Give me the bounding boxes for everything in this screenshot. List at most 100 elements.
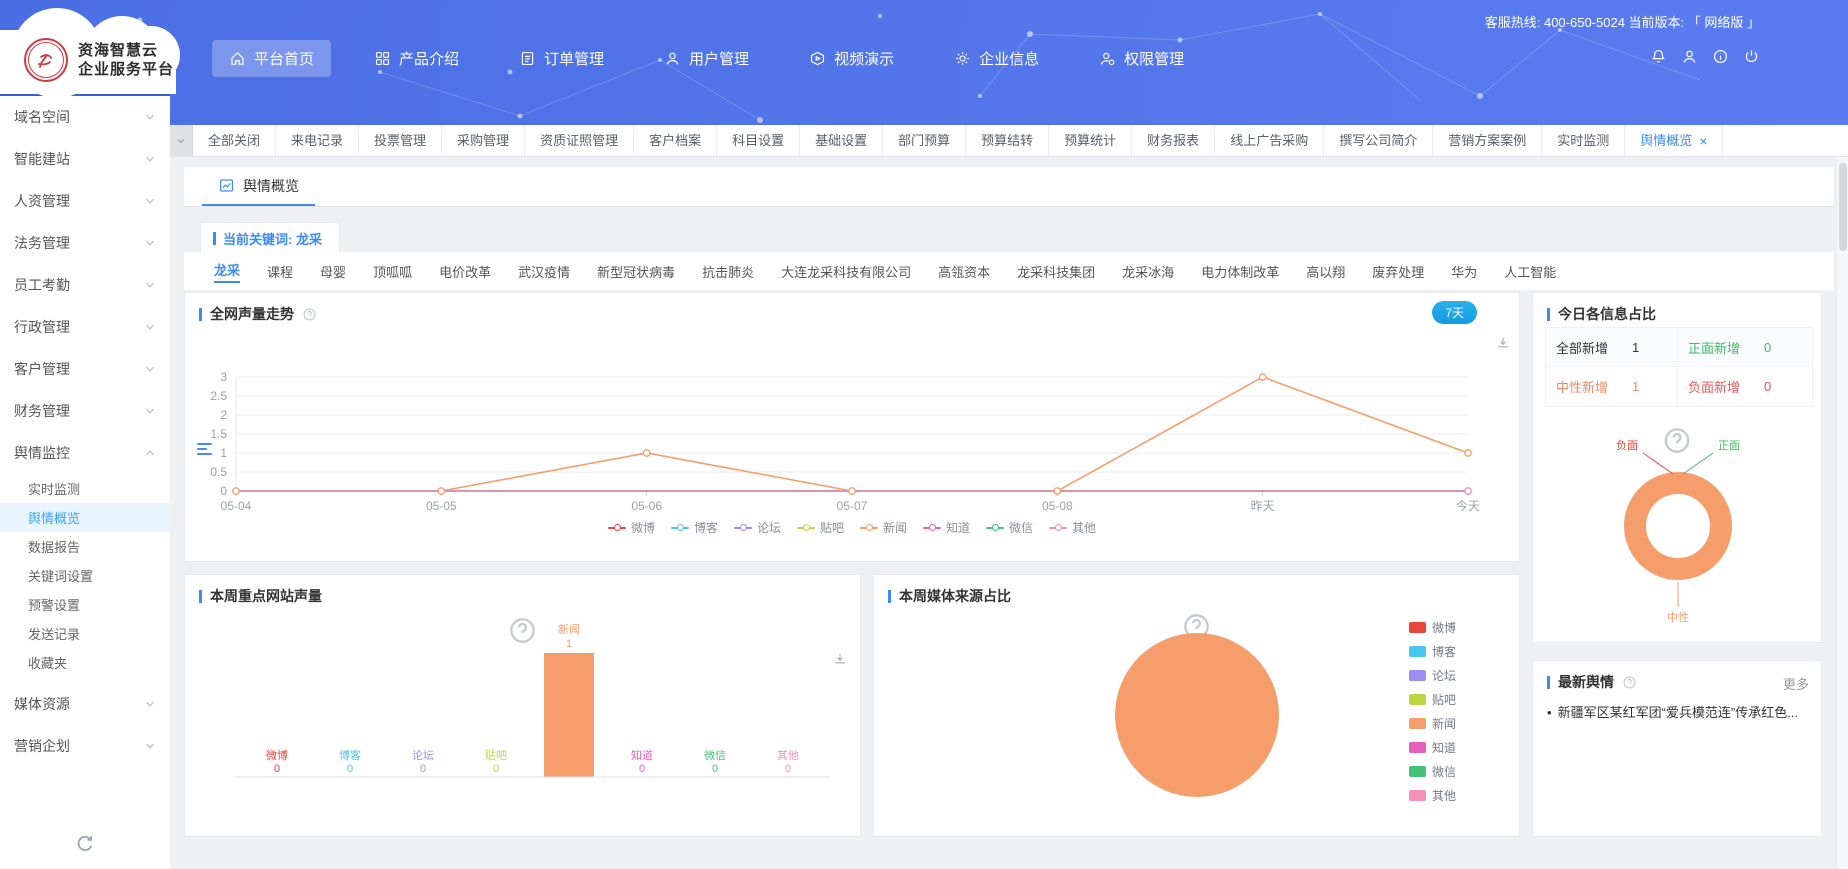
refresh-icon[interactable] (74, 833, 96, 855)
tab[interactable]: 财务报表 (1132, 125, 1215, 156)
tab[interactable]: 线上广告采购 (1215, 125, 1324, 156)
tab[interactable]: 预算结转 (966, 125, 1049, 156)
vertical-scrollbar[interactable] (1836, 157, 1848, 869)
legend-item[interactable]: 知道 (923, 519, 970, 536)
tab[interactable]: 客户档案 (634, 125, 717, 156)
tab[interactable]: 采购管理 (442, 125, 525, 156)
user-icon[interactable] (1681, 48, 1698, 65)
nav-item[interactable]: 订单管理 (502, 40, 621, 77)
help-icon[interactable] (330, 589, 345, 604)
nav-item[interactable]: 用户管理 (647, 40, 766, 77)
tab[interactable]: 资质证照管理 (525, 125, 634, 156)
current-keyword-tab[interactable]: 当前关键词: 龙采 (200, 222, 340, 253)
tab[interactable]: 部门预算 (883, 125, 966, 156)
nav-item[interactable]: 产品介绍 (357, 40, 476, 77)
tab[interactable]: 全部关闭 (193, 125, 276, 156)
keyword-chip[interactable]: 华为 (1451, 262, 1477, 281)
legend-item[interactable]: 其他 (1409, 787, 1456, 804)
legend-item[interactable]: 论坛 (734, 519, 781, 536)
sidebar-item[interactable]: 营销企划 (0, 725, 170, 767)
keyword-chip[interactable]: 抗击肺炎 (702, 262, 754, 281)
sidebar-subitem[interactable]: 数据报告 (0, 532, 170, 561)
keyword-chip[interactable]: 高以翔 (1306, 262, 1345, 281)
keyword-chip[interactable]: 母婴 (320, 262, 346, 281)
sidebar-subitem[interactable]: 舆情概览 (0, 503, 170, 532)
legend-item[interactable]: 论坛 (1409, 667, 1456, 684)
tab[interactable]: 舆情概览× (1625, 125, 1723, 156)
legend-item[interactable]: 微博 (1409, 619, 1456, 636)
legend-item[interactable]: 微信 (1409, 763, 1456, 780)
help-icon[interactable] (302, 307, 317, 322)
sidebar-item[interactable]: 人资管理 (0, 180, 170, 222)
legend-item[interactable]: 微博 (608, 519, 655, 536)
keyword-chip[interactable]: 高瓴资本 (938, 262, 990, 281)
nav-item[interactable]: 视频演示 (792, 40, 911, 77)
keyword-chip[interactable]: 新型冠状病毒 (597, 262, 675, 281)
legend-item[interactable]: 博客 (671, 519, 718, 536)
tab[interactable]: 来电记录 (276, 125, 359, 156)
news-item[interactable]: •新疆军区某红军团“爱兵模范连”传承红色... (1547, 703, 1813, 723)
svg-text:贴吧: 贴吧 (485, 748, 507, 762)
legend-item[interactable]: 知道 (1409, 739, 1456, 756)
nav-item[interactable]: 权限管理 (1082, 40, 1201, 77)
sidebar-item[interactable]: 法务管理 (0, 222, 170, 264)
tab[interactable]: 投票管理 (359, 125, 442, 156)
keyword-chip[interactable]: 大连龙采科技有限公司 (781, 262, 911, 281)
keyword-chip[interactable]: 电价改革 (439, 262, 491, 281)
tab[interactable]: 预算统计 (1049, 125, 1132, 156)
keyword-chip[interactable]: 人工智能 (1504, 262, 1556, 281)
legend-item[interactable]: 贴吧 (797, 519, 844, 536)
tab[interactable]: 营销方案案例 (1433, 125, 1542, 156)
legend-item[interactable]: 其他 (1049, 519, 1096, 536)
help-icon[interactable] (1622, 675, 1637, 690)
logo[interactable]: 资海智慧云 企业服务平台 (0, 0, 176, 96)
legend-item[interactable]: 新闻 (860, 519, 907, 536)
sidebar-subitem[interactable]: 收藏夹 (0, 648, 170, 677)
range-badge[interactable]: 7天 (1432, 301, 1477, 324)
keyword-chip[interactable]: 顶呱呱 (373, 262, 412, 281)
keyword-chip[interactable]: 课程 (267, 262, 293, 281)
sidebar-item[interactable]: 行政管理 (0, 306, 170, 348)
tab[interactable]: 基础设置 (800, 125, 883, 156)
nav-item[interactable]: 平台首页 (212, 40, 331, 77)
keyword-chip[interactable]: 废弃处理 (1372, 262, 1424, 281)
legend-item[interactable]: 微信 (986, 519, 1033, 536)
keyword-chip[interactable]: 武汉疫情 (518, 262, 570, 281)
legend-item[interactable]: 博客 (1409, 643, 1456, 660)
keyword-chip[interactable]: 龙采冰海 (1122, 262, 1174, 281)
tab-scroll-button[interactable] (170, 125, 193, 156)
legend-item[interactable]: 贴吧 (1409, 691, 1456, 708)
sidebar-item[interactable]: 客户管理 (0, 348, 170, 390)
nav-item[interactable]: 企业信息 (937, 40, 1056, 77)
info-icon[interactable] (1712, 48, 1729, 65)
sidebar-subitem[interactable]: 关键词设置 (0, 561, 170, 590)
sidebar-item[interactable]: 域名空间 (0, 96, 170, 138)
keyword-chip[interactable]: 电力体制改革 (1201, 262, 1279, 281)
scrollbar-thumb[interactable] (1839, 163, 1847, 251)
sidebar-item[interactable]: 媒体资源 (0, 683, 170, 725)
sidebar-item[interactable]: 财务管理 (0, 390, 170, 432)
help-icon[interactable] (1019, 589, 1034, 604)
legend-item[interactable]: 新闻 (1409, 715, 1456, 732)
keyword-chip[interactable]: 龙采科技集团 (1017, 262, 1095, 281)
keyword-chip[interactable]: 龙采 (214, 260, 240, 283)
sidebar-item[interactable]: 智能建站 (0, 138, 170, 180)
sidebar-item[interactable]: 员工考勤 (0, 264, 170, 306)
tab[interactable]: 实时监测 (1542, 125, 1625, 156)
tab-label: 投票管理 (374, 126, 426, 156)
sidebar-subitem[interactable]: 发送记录 (0, 619, 170, 648)
sidebar-subitem[interactable]: 预警设置 (0, 590, 170, 619)
power-icon[interactable] (1743, 48, 1760, 65)
sidebar-subitem[interactable]: 实时监测 (0, 474, 170, 503)
close-icon[interactable]: × (1699, 134, 1707, 148)
tab[interactable]: 撰写公司简介 (1324, 125, 1433, 156)
user-icon (664, 50, 681, 67)
bell-icon[interactable] (1650, 48, 1667, 65)
more-link[interactable]: 更多 (1783, 674, 1809, 693)
logo-title-line2: 企业服务平台 (78, 60, 174, 79)
sidebar-collapse-handle[interactable] (197, 443, 212, 455)
help-icon[interactable] (1664, 307, 1679, 322)
sidebar-item[interactable]: 舆情监控 (0, 432, 170, 474)
tab[interactable]: 科目设置 (717, 125, 800, 156)
inner-tab-yuqing-overview[interactable]: 舆情概览 (202, 167, 315, 206)
